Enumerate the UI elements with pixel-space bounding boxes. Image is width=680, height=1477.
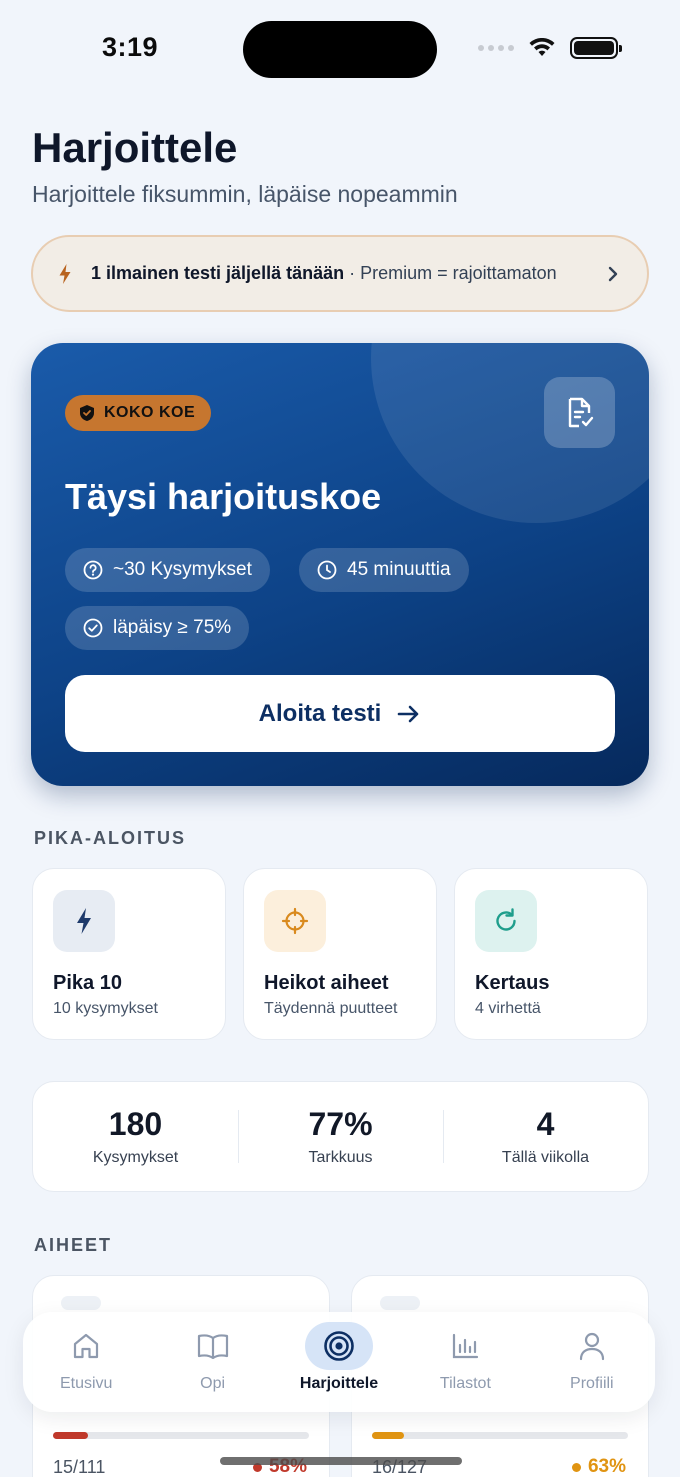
stat-questions: 180 Kysymykset <box>33 1082 238 1191</box>
lightning-icon <box>77 908 91 934</box>
bar-chart-icon <box>453 1333 479 1359</box>
tab-label: Opi <box>200 1375 226 1392</box>
stats-card: 180 Kysymykset 77% Tarkkuus 4 Tällä viik… <box>32 1081 649 1192</box>
banner-premium-text: Premium = rajoittamaton <box>360 263 557 283</box>
stat-this-week: 4 Tällä viikolla <box>443 1082 648 1191</box>
tab-bar: Etusivu Opi Harjoittele Tilastot Profiil… <box>23 1312 655 1412</box>
tab-label: Profiili <box>570 1375 614 1392</box>
quick-icon-box <box>53 890 115 952</box>
signal-icon <box>478 45 514 51</box>
tab-home[interactable]: Etusivu <box>23 1312 149 1412</box>
crosshair-icon <box>281 907 309 935</box>
tab-icon-wrap <box>431 1322 499 1370</box>
question-circle-icon <box>83 560 103 580</box>
wifi-icon <box>529 38 555 56</box>
banner-separator: · <box>344 263 361 283</box>
stat-label: Kysymykset <box>92 1149 179 1166</box>
home-indicator <box>220 1457 462 1465</box>
chip-label: ~30 Kysymykset <box>113 559 252 580</box>
battery-icon <box>570 37 622 59</box>
tab-learn[interactable]: Opi <box>149 1312 275 1412</box>
stat-label: Tarkkuus <box>308 1149 373 1166</box>
lightning-icon <box>59 263 71 284</box>
quick-card-subtitle: Täydennä puutteet <box>264 1000 398 1017</box>
full-exam-card: KOKO KOE Täysi harjoituskoe ~30 Kysymyks… <box>31 343 649 786</box>
topic-progress-bar <box>53 1432 309 1439</box>
quick-start-card-pika10[interactable]: Pika 10 10 kysymykset <box>32 868 226 1040</box>
badge-label: KOKO KOE <box>104 404 196 421</box>
chevron-right-icon <box>608 266 618 281</box>
shield-icon <box>80 405 94 421</box>
stat-label: Tällä viikolla <box>501 1149 590 1166</box>
arrow-right-icon <box>398 705 419 722</box>
topic-percent: 63% <box>571 1456 626 1477</box>
topic-progress-bar <box>372 1432 628 1439</box>
banner-text: 1 ilmainen testi jäljellä tänään · Premi… <box>91 262 603 285</box>
tab-icon-wrap <box>305 1322 374 1370</box>
start-test-button[interactable]: Aloita testi <box>65 675 615 752</box>
quick-icon-box <box>475 890 537 952</box>
tab-label: Etusivu <box>59 1375 113 1392</box>
chip-label: läpäisy ≥ 75% <box>113 617 232 638</box>
tab-practice[interactable]: Harjoittele <box>276 1312 402 1412</box>
status-time: 3:19 <box>102 32 159 62</box>
duration-chip: 45 minuuttia <box>299 548 469 592</box>
exam-icon-box <box>544 377 615 448</box>
dynamic-island <box>243 21 437 78</box>
status-icons <box>478 37 622 59</box>
tab-icon-wrap <box>179 1322 247 1370</box>
quick-start-card-review[interactable]: Kertaus 4 virhettä <box>454 868 648 1040</box>
quick-card-title: Pika 10 <box>53 972 122 994</box>
topic-count: 15/111 <box>53 1457 106 1477</box>
tab-statistics[interactable]: Tilastot <box>402 1312 528 1412</box>
banner-bold-text: 1 ilmainen testi jäljellä tänään <box>91 263 345 283</box>
tab-label: Tilastot <box>439 1375 491 1392</box>
tab-icon-wrap <box>558 1322 626 1370</box>
quick-card-title: Heikot aiheet <box>264 972 389 994</box>
quick-start-heading: PIKA-ALOITUS <box>34 828 186 848</box>
target-icon <box>324 1331 354 1361</box>
stat-accuracy: 77% Tarkkuus <box>238 1082 443 1191</box>
topic-progress-fill <box>53 1432 88 1439</box>
chip-label: 45 minuuttia <box>347 559 451 580</box>
user-icon <box>579 1332 604 1361</box>
topics-heading: AIHEET <box>34 1235 113 1255</box>
topic-icon <box>380 1296 420 1310</box>
quick-card-subtitle: 4 virhettä <box>475 1000 541 1017</box>
home-icon <box>74 1333 99 1359</box>
stat-value: 4 <box>536 1106 555 1142</box>
status-dot <box>571 1462 581 1472</box>
clock-icon <box>317 560 337 580</box>
start-test-label: Aloita testi <box>258 699 382 727</box>
pass-threshold-chip: läpäisy ≥ 75% <box>65 606 250 650</box>
quick-start-card-weak-topics[interactable]: Heikot aiheet Täydennä puutteet <box>243 868 437 1040</box>
refresh-icon <box>496 908 516 931</box>
exam-title: Täysi harjoituskoe <box>65 476 382 517</box>
free-tests-banner[interactable]: 1 ilmainen testi jäljellä tänään · Premi… <box>31 235 649 312</box>
quick-icon-box <box>264 890 326 952</box>
stat-value: 180 <box>108 1106 163 1142</box>
quick-card-subtitle: 10 kysymykset <box>53 1000 158 1017</box>
exam-type-badge: KOKO KOE <box>65 395 212 431</box>
topic-percent-value: 63% <box>587 1456 626 1477</box>
tab-profile[interactable]: Profiili <box>529 1312 655 1412</box>
tab-label: Harjoittele <box>299 1375 379 1392</box>
quick-card-title: Kertaus <box>475 972 550 994</box>
check-circle-icon <box>83 618 103 638</box>
book-icon <box>197 1334 228 1360</box>
stat-value: 77% <box>308 1106 373 1142</box>
page-title: Harjoittele <box>32 124 238 171</box>
question-count-chip: ~30 Kysymykset <box>65 548 270 592</box>
tab-icon-wrap <box>52 1322 120 1370</box>
topic-icon <box>61 1296 101 1310</box>
status-bar: 3:19 <box>0 0 680 100</box>
document-check-icon <box>568 397 593 427</box>
page-subtitle: Harjoittele fiksummin, läpäise nopeammin <box>32 181 458 207</box>
topic-progress-fill <box>372 1432 405 1439</box>
